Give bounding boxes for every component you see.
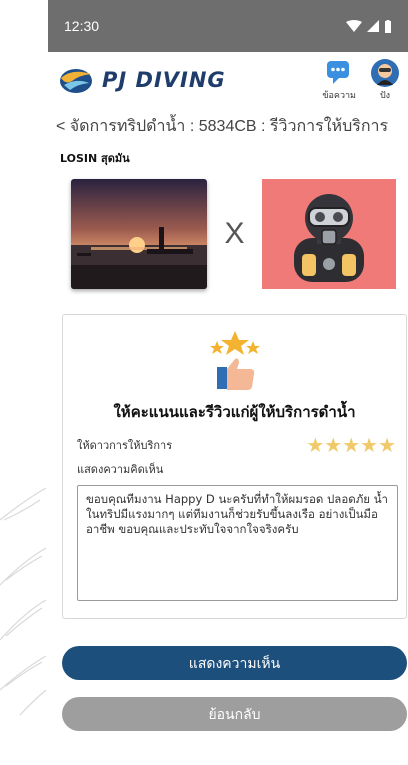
sunset-photo <box>71 179 207 289</box>
battery-icon <box>385 19 391 33</box>
diver-avatar <box>261 179 396 289</box>
wave-logo-icon <box>60 69 92 93</box>
back-button[interactable]: ย้อนกลับ <box>62 697 407 731</box>
brand-logo: PJ DIVING <box>58 66 226 94</box>
profile-label: ปัง <box>379 91 391 101</box>
status-time: 12:30 <box>64 18 100 34</box>
wifi-icon <box>346 20 362 32</box>
status-bar: 12:30 <box>48 0 408 52</box>
breadcrumb[interactable]: < จัดการทริปดำน้ำ : 5834CB : รีวิวการให้… <box>48 114 408 139</box>
chat-bubble-icon <box>327 61 350 84</box>
star-rating[interactable]: ★★★★★ <box>306 433 396 457</box>
review-pair: X <box>48 179 408 289</box>
rating-label: ให้ดาวการให้บริการ <box>77 439 173 452</box>
profile-avatar-icon <box>371 59 399 87</box>
app-name: PJ DIVING <box>102 68 226 92</box>
comment-label: แสดงความคิดเห็น <box>77 463 164 476</box>
profile-button[interactable]: ปัง <box>370 58 400 102</box>
messages-label: ข้อความ <box>322 91 356 101</box>
signal-icon <box>367 20 379 32</box>
reviewer-name: LOSIN สุดมัน <box>60 152 130 165</box>
versus-separator: X <box>224 217 245 250</box>
submit-comment-button[interactable]: แสดงความเห็น <box>62 646 407 680</box>
phone-screen: 12:30 PJ DIVING ข้อความ ปัง < จัดการทริป… <box>48 0 408 761</box>
card-title: ให้คะแนนและรีวิวแก่ผู้ให้บริการดำน้ำ <box>113 403 356 421</box>
app-bar: PJ DIVING ข้อความ ปัง <box>48 52 408 108</box>
diver-icon <box>293 194 364 282</box>
comment-textarea[interactable]: ขอบคุณทีมงาน Happy D นะครับที่ทำให้ผมรอด… <box>77 485 398 601</box>
rating-row: ให้ดาวการให้บริการ ★★★★★ <box>77 433 396 457</box>
decorative-feather-strip <box>0 0 48 761</box>
review-card: ให้คะแนนและรีวิวแก่ผู้ให้บริการดำน้ำ ให้… <box>62 314 407 619</box>
messages-button[interactable]: ข้อความ <box>322 58 356 102</box>
thumbs-up-stars-icon <box>209 331 260 390</box>
